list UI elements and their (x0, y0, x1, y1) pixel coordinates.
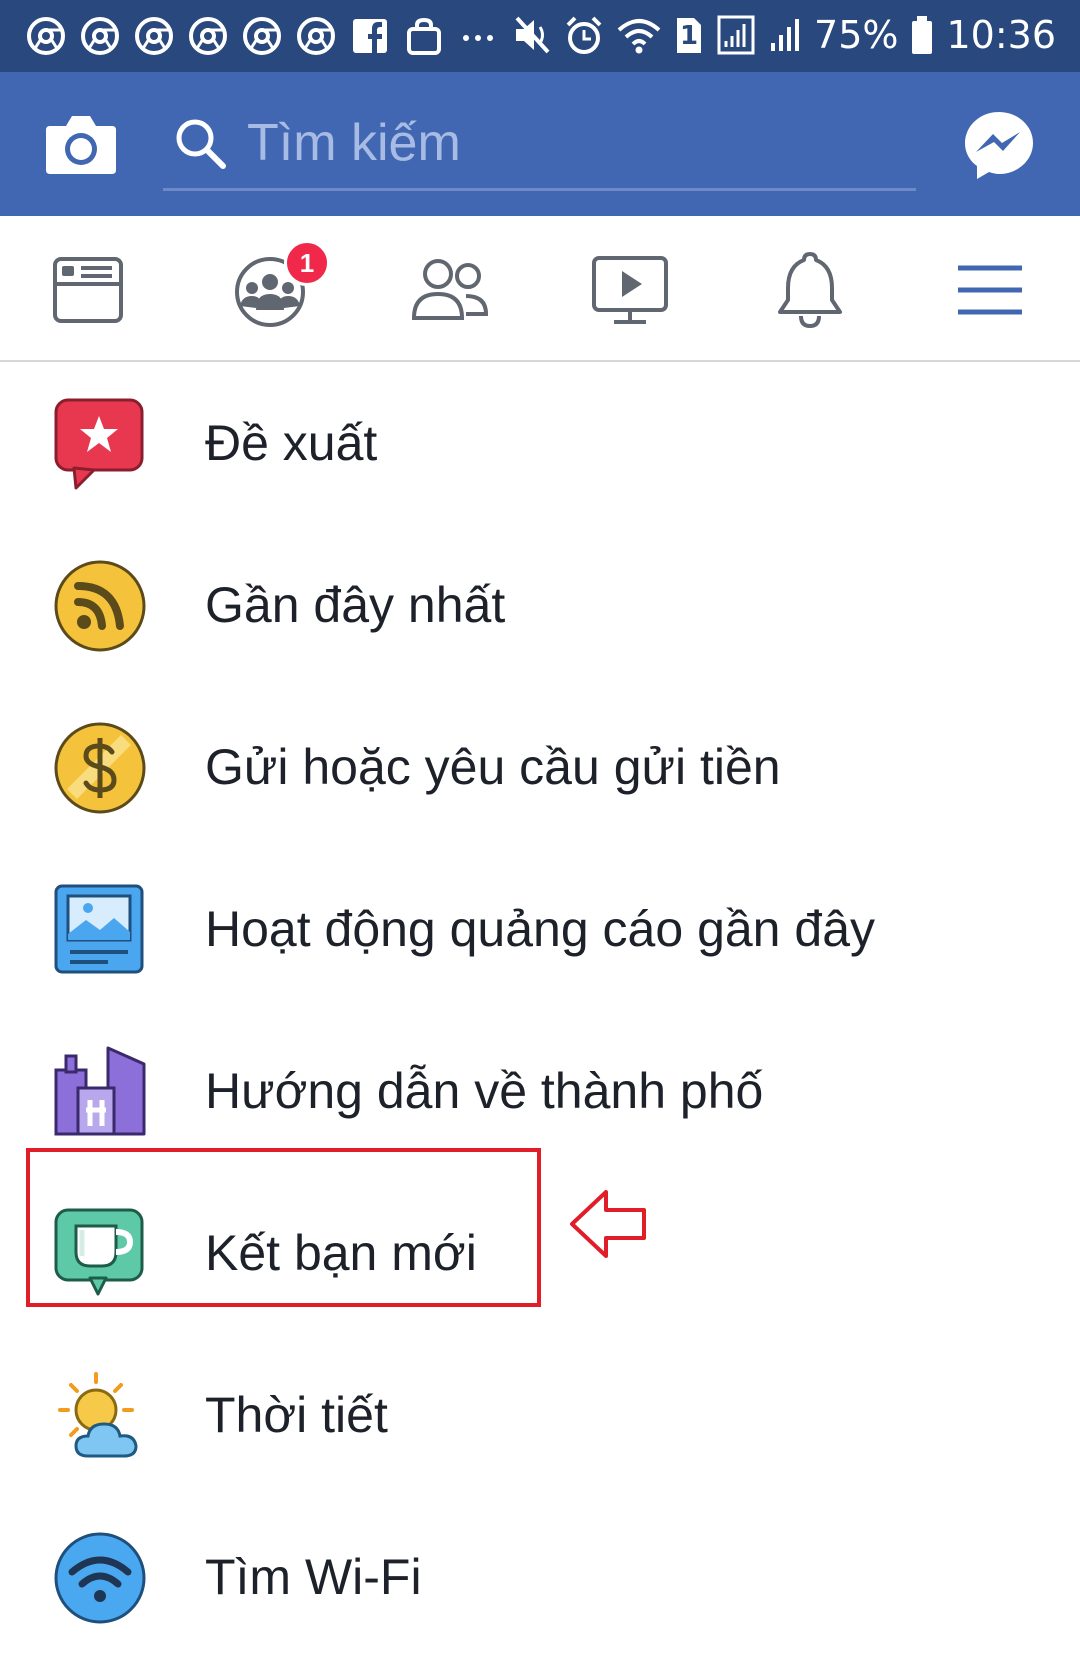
rss-feed-icon (54, 560, 146, 652)
status-bar-system: 1 75% 10:36 (500, 10, 1056, 60)
camera-icon[interactable] (44, 110, 118, 176)
news-feed-icon (53, 257, 123, 323)
groups-notification-badge: 1 (284, 240, 330, 286)
app-header: Tìm kiếm (0, 72, 1080, 216)
facebook-icon (353, 19, 387, 53)
more-dots-icon (463, 35, 493, 41)
status-bar-notifications (26, 14, 512, 58)
city-buildings-icon (54, 1046, 146, 1136)
menu-item-most-recent[interactable]: Gần đây nhất (0, 524, 1080, 686)
status-bar: 1 75% 10:36 (0, 0, 1080, 72)
menu-item-recommendations[interactable]: Đề xuất (0, 362, 1080, 524)
menu-item-label: Thời tiết (205, 1387, 388, 1443)
chrome-icon (81, 17, 119, 55)
bell-icon (778, 252, 842, 329)
chrome-icon (135, 17, 173, 55)
alarm-icon (566, 16, 602, 54)
menu-item-label: Tìm Wi-Fi (205, 1549, 422, 1605)
left-arrow-icon (570, 1190, 646, 1258)
chrome-icon (189, 17, 227, 55)
friends-icon (411, 259, 489, 320)
tab-watch[interactable] (588, 248, 672, 332)
messenger-icon[interactable] (962, 108, 1036, 182)
menu-item-weather[interactable]: Thời tiết (0, 1334, 1080, 1496)
battery-icon (912, 16, 933, 54)
menu-item-label: Gần đây nhất (205, 577, 506, 633)
clock: 10:36 (946, 13, 1056, 57)
signal-icon (771, 19, 800, 51)
tab-news-feed[interactable] (48, 248, 132, 332)
watch-icon (592, 256, 668, 324)
shopping-bag-icon (407, 17, 441, 55)
mute-icon (515, 16, 550, 54)
menu-item-label: Hoạt động quảng cáo gần đây (205, 901, 875, 957)
recommendation-star-icon (54, 398, 144, 490)
tab-menu[interactable] (948, 248, 1032, 332)
menu-item-label: Gửi hoặc yêu cầu gửi tiền (205, 739, 781, 795)
search-bar[interactable]: Tìm kiếm (163, 102, 916, 191)
signal-icon (717, 15, 755, 55)
ad-image-icon (54, 884, 144, 974)
menu-item-label: Đề xuất (205, 415, 378, 471)
search-icon (176, 119, 226, 169)
tab-groups[interactable]: 1 (228, 240, 330, 332)
dollar-coin-icon (54, 722, 146, 814)
chrome-icon (243, 17, 281, 55)
menu-item-find-wifi[interactable]: Tìm Wi-Fi (0, 1496, 1080, 1658)
wifi-finder-icon (54, 1532, 146, 1624)
menu-item-send-money[interactable]: Gửi hoặc yêu cầu gửi tiền (0, 686, 1080, 848)
sim-slot-number: 1 (679, 21, 699, 51)
chrome-icon (27, 17, 65, 55)
sim-icon: 1 (674, 13, 704, 57)
highlight-box (26, 1148, 541, 1307)
tab-notifications[interactable] (768, 248, 852, 332)
wifi-icon (617, 19, 661, 54)
search-placeholder: Tìm kiếm (247, 114, 461, 172)
tab-friends[interactable] (408, 248, 492, 332)
tab-bar: 1 (0, 216, 1080, 362)
hamburger-menu-icon (958, 265, 1022, 315)
weather-sun-cloud-icon (58, 1372, 138, 1458)
battery-percentage: 75% (814, 13, 899, 57)
chrome-icon (297, 17, 335, 55)
menu-item-recent-ad-activity[interactable]: Hoạt động quảng cáo gần đây (0, 848, 1080, 1010)
